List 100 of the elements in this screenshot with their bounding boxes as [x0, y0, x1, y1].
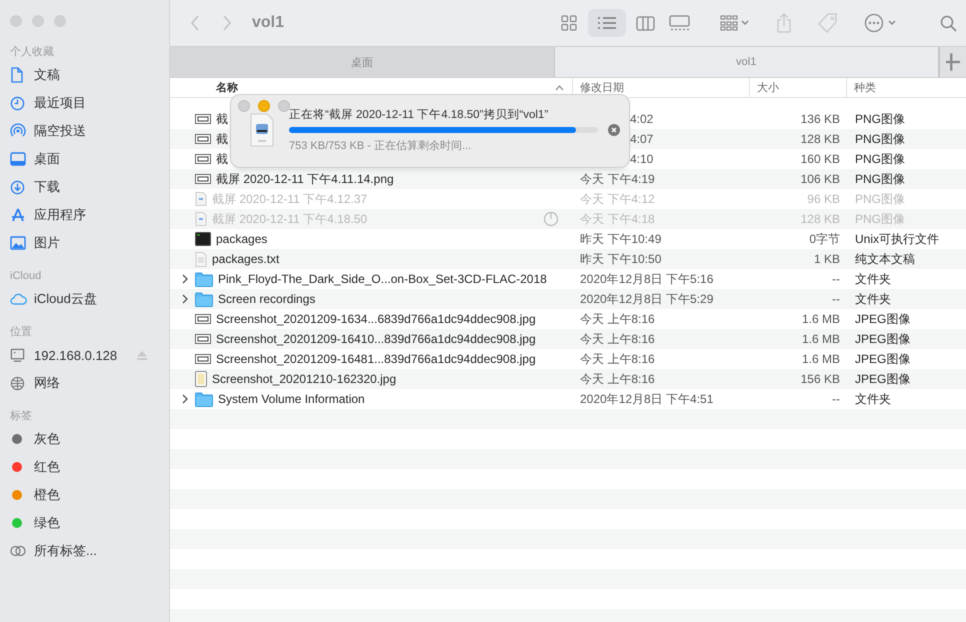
modified-date: 2020年12月8日 下午5:16 — [580, 270, 714, 288]
file-name[interactable]: Screenshot_20201209-16410...839d766a1dc94ddec908.jpg — [216, 332, 536, 346]
list-view-button[interactable] — [588, 9, 626, 37]
section-title: 位置 — [10, 325, 33, 340]
copy-message: 正在将“截屏 2020-12-11 下午4.18.50”拷贝到“vol1” — [289, 108, 550, 122]
file-kind: 文件夹 — [855, 290, 891, 308]
image-file-icon — [195, 313, 211, 325]
file-name[interactable]: packages.txt — [212, 252, 280, 266]
file-size: 1.6 MB — [802, 332, 840, 346]
modified-date: 今天 上午8:16 — [580, 310, 655, 328]
file-name[interactable]: 截 — [216, 150, 228, 168]
file-name[interactable]: Pink_Floyd-The_Dark_Side_O...on-Box_Set-3CD-FLAC-2018 — [218, 272, 547, 286]
sidebar-item[interactable]: 下载 — [34, 178, 60, 196]
modified-date: 2020年12月8日 下午5:29 — [580, 290, 714, 308]
file-name[interactable]: System Volume Information — [218, 392, 365, 406]
file-kind: JPEG图像 — [855, 330, 910, 348]
file-name[interactable]: 截 — [216, 130, 228, 148]
sidebar-item[interactable]: iCloud云盘 — [34, 290, 97, 308]
cloud-icon — [10, 293, 27, 305]
airdrop-icon — [10, 123, 26, 139]
file-kind: JPEG图像 — [855, 370, 910, 388]
file-size: 1.6 MB — [802, 312, 840, 326]
modified-date: 4:10 — [630, 152, 654, 166]
zoom-button[interactable] — [278, 100, 290, 112]
file-size: 160 KB — [800, 152, 840, 166]
file-kind: PNG图像 — [855, 210, 906, 228]
section-title: iCloud — [10, 269, 42, 284]
disclosure-icon[interactable] — [182, 274, 188, 284]
modified-date: 2020年12月8日 下午4:51 — [580, 390, 714, 408]
text-file-icon — [195, 252, 207, 266]
close-button[interactable] — [238, 100, 250, 112]
column-header[interactable]: 大小 — [750, 78, 847, 97]
file-name[interactable]: packages — [216, 232, 268, 246]
file-kind: PNG图像 — [855, 110, 906, 128]
grid-icon — [561, 15, 578, 31]
file-size: 156 KB — [800, 372, 840, 386]
image-file-icon — [195, 173, 211, 185]
file-name[interactable]: Screen recordings — [218, 292, 316, 306]
group-icon[interactable] — [720, 15, 750, 31]
tag-icon[interactable] — [818, 13, 838, 33]
file-name[interactable]: Screenshot_20201209-16481...839d766a1dc94ddec908.jpg — [216, 352, 536, 366]
sidebar-item[interactable]: 绿色 — [34, 514, 60, 532]
disclosure-icon[interactable] — [182, 294, 188, 304]
section-title: 个人收藏 — [10, 44, 55, 60]
sidebar-item[interactable]: 应用程序 — [34, 206, 86, 224]
file-size: -- — [832, 292, 840, 306]
file-kind: PNG图像 — [855, 130, 906, 148]
sidebar-item[interactable]: 网络 — [34, 374, 60, 392]
modified-date: 今天 上午8:16 — [580, 370, 655, 388]
cancel-icon[interactable] — [608, 124, 620, 136]
sidebar-item[interactable]: 橙色 — [34, 486, 60, 504]
sidebar-item[interactable]: 文稿 — [34, 66, 60, 84]
file-kind: 文件夹 — [855, 390, 891, 408]
file-name[interactable]: 截屏 2020-12-11 下午4.11.14.png — [216, 170, 394, 188]
desktop-icon — [10, 152, 26, 166]
modified-date: 今天 下午4:18 — [580, 210, 655, 228]
sidebar-item[interactable]: 图片 — [34, 234, 60, 252]
sidebar-item[interactable]: 192.168.0.128 — [34, 348, 118, 362]
file-name[interactable]: Screenshot_20201209-1634...6839d766a1dc94ddec908.jpg — [216, 312, 536, 326]
modified-date: 今天 上午8:16 — [580, 350, 655, 368]
plus-icon[interactable] — [939, 47, 966, 77]
file-kind: 文件夹 — [855, 270, 891, 288]
file-size: 96 KB — [807, 192, 840, 206]
folder-icon — [195, 392, 213, 406]
more-icon[interactable] — [864, 13, 898, 33]
modified-date: 昨天 下午10:49 — [580, 230, 662, 248]
sidebar-item[interactable]: 红色 — [34, 458, 60, 476]
file-name[interactable]: 截 — [216, 110, 228, 128]
file-size: -- — [832, 392, 840, 406]
sidebar-item[interactable]: 桌面 — [34, 150, 60, 168]
minimize-button[interactable] — [258, 100, 270, 112]
apps-icon — [10, 207, 26, 223]
document-icon — [10, 67, 24, 83]
sidebar-item[interactable]: 最近项目 — [34, 94, 86, 112]
gallery-icon — [668, 15, 690, 31]
forward-icon[interactable] — [222, 15, 232, 31]
file-kind: PNG图像 — [855, 170, 906, 188]
sidebar-item[interactable]: 所有标签... — [34, 542, 97, 560]
folder-icon — [195, 292, 213, 306]
sidebar-item[interactable]: 灰色 — [34, 430, 60, 448]
disclosure-icon[interactable] — [182, 394, 188, 404]
download-icon — [10, 180, 25, 194]
search-icon[interactable] — [940, 14, 958, 32]
folder-icon — [195, 272, 213, 286]
eject-icon[interactable] — [137, 350, 147, 360]
terminal-icon — [195, 232, 211, 246]
file-size: -- — [832, 272, 840, 286]
back-icon[interactable] — [190, 15, 200, 31]
share-icon[interactable] — [776, 13, 792, 33]
modified-date: 昨天 下午10:50 — [580, 250, 662, 268]
file-kind: JPEG图像 — [855, 310, 910, 328]
column-header[interactable]: 种类 — [847, 78, 966, 97]
file-kind: JPEG图像 — [855, 350, 910, 368]
image-file-icon — [195, 113, 211, 125]
sidebar-item[interactable]: 隔空投送 — [34, 122, 86, 140]
section-title: 标签 — [10, 409, 33, 424]
file-name[interactable]: Screenshot_20201210-162320.jpg — [212, 372, 396, 386]
file-kind: PNG图像 — [855, 190, 906, 208]
png-file-icon — [249, 113, 275, 147]
window-title: vol1 — [252, 14, 284, 32]
